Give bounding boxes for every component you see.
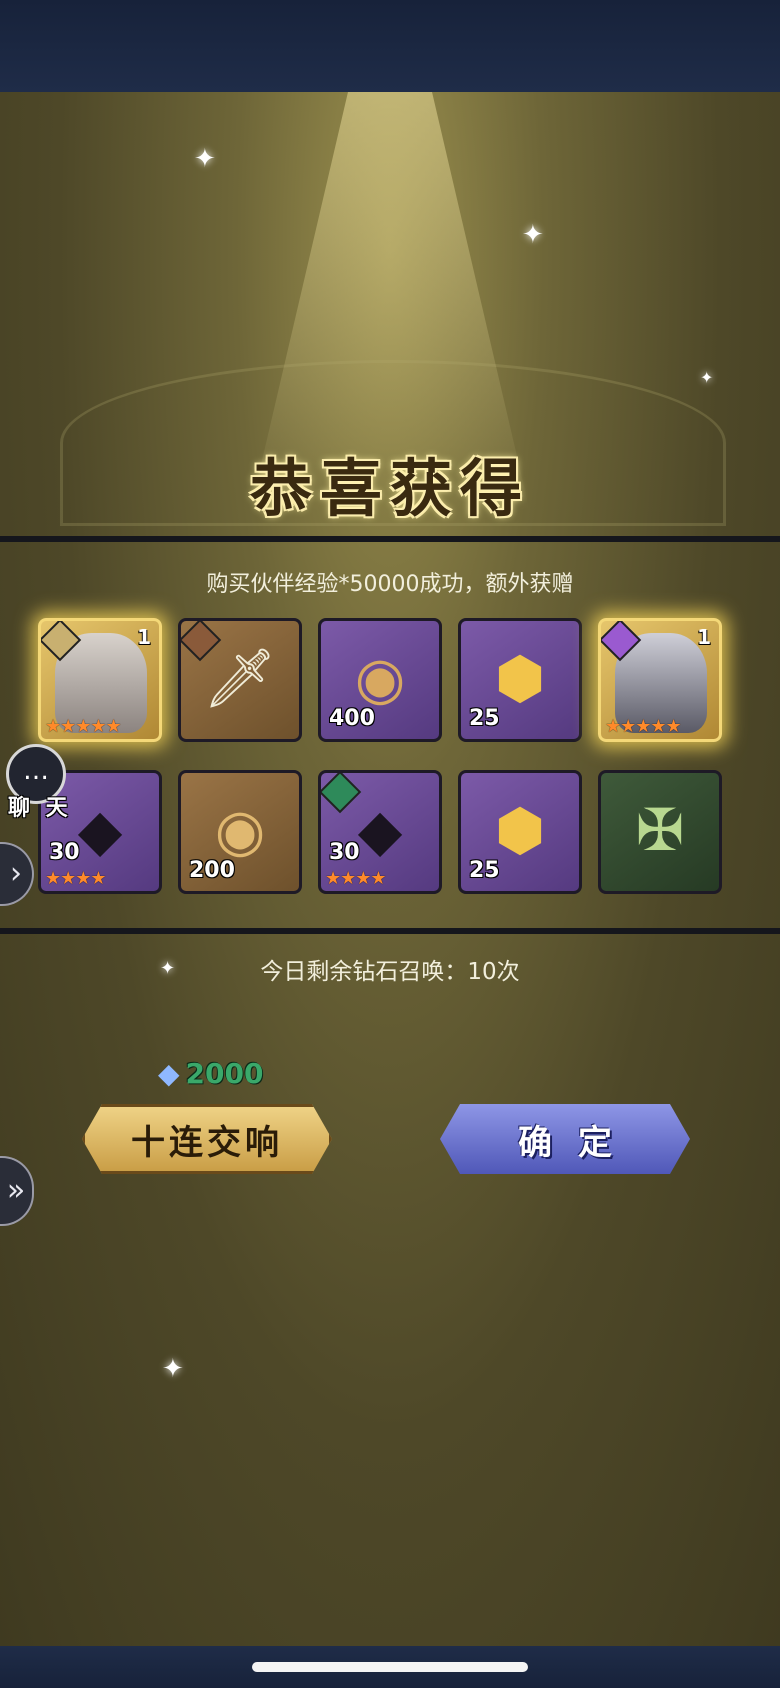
diamond-icon: ◆ xyxy=(158,1056,180,1090)
ten-pull-button[interactable]: 十连交响 xyxy=(82,1104,332,1174)
reward-item[interactable]: 1 ★★★★★ xyxy=(598,618,722,742)
element-badge-icon xyxy=(321,773,362,814)
sword-icon: 🗡 xyxy=(203,643,277,712)
gold-rune-icon: ⬢ xyxy=(494,795,546,864)
sparkle-icon: ✦ xyxy=(700,368,714,387)
star-rating: ★★★★ xyxy=(45,868,107,889)
home-indicator[interactable] xyxy=(252,1662,528,1672)
reward-item[interactable]: ◉ 200 xyxy=(178,770,302,894)
reward-item[interactable]: 1 ★★★★★ xyxy=(38,618,162,742)
reward-count: 25 xyxy=(469,706,500,731)
sparkle-icon: ✦ xyxy=(162,1354,184,1384)
sparkle-icon: ✦ xyxy=(522,220,544,250)
hooded-shard-icon: ◆ xyxy=(357,795,403,864)
swirl-orb-icon: ◉ xyxy=(354,643,406,712)
purchase-message: 购买伙伴经验*50000成功，额外获赠 xyxy=(206,572,574,597)
reward-level: 1 xyxy=(697,625,711,649)
remaining-summons-text: 今日剩余钻石召唤：10次 xyxy=(260,959,520,985)
divider-bottom xyxy=(0,928,780,934)
reward-count: 30 xyxy=(329,840,360,865)
reward-count: 200 xyxy=(189,858,235,883)
reward-count: 30 xyxy=(49,840,80,865)
reward-item[interactable]: 🗡 xyxy=(178,618,302,742)
chat-bubble-icon: … xyxy=(23,756,49,786)
reward-count: 400 xyxy=(329,706,375,731)
star-rating: ★★★★ xyxy=(325,868,387,889)
chat-label: 聊 天 xyxy=(8,796,72,821)
reward-title: 恭喜获得 xyxy=(249,452,530,525)
reward-item[interactable]: ⬢ 25 xyxy=(458,618,582,742)
cost-amount: 2000 xyxy=(185,1056,264,1090)
reward-item[interactable]: ◉ 400 xyxy=(318,618,442,742)
top-status-bar xyxy=(0,0,780,92)
reward-item[interactable]: ◆ 30 ★★★★ xyxy=(318,770,442,894)
summon-cost: ◆ 2000 xyxy=(158,1056,263,1090)
star-rating: ★★★★★ xyxy=(605,716,682,737)
gold-rune-icon: ⬢ xyxy=(494,643,546,712)
reward-count: 25 xyxy=(469,858,500,883)
reward-level: 1 xyxy=(137,625,151,649)
confirm-label: 确定 xyxy=(518,1122,638,1163)
hooded-shard-icon: ◆ xyxy=(77,795,123,864)
sparkle-icon: ✦ xyxy=(194,144,216,174)
ten-pull-label: 十连交响 xyxy=(131,1122,283,1163)
star-rating: ★★★★★ xyxy=(45,716,122,737)
green-emblem-icon: ✠ xyxy=(635,795,685,864)
reward-item[interactable]: ✠ xyxy=(598,770,722,894)
reward-item[interactable]: ⬢ 25 xyxy=(458,770,582,894)
swirl-orb-icon: ◉ xyxy=(214,795,266,864)
confirm-button[interactable]: 确定 xyxy=(440,1104,690,1174)
divider-top xyxy=(0,536,780,542)
